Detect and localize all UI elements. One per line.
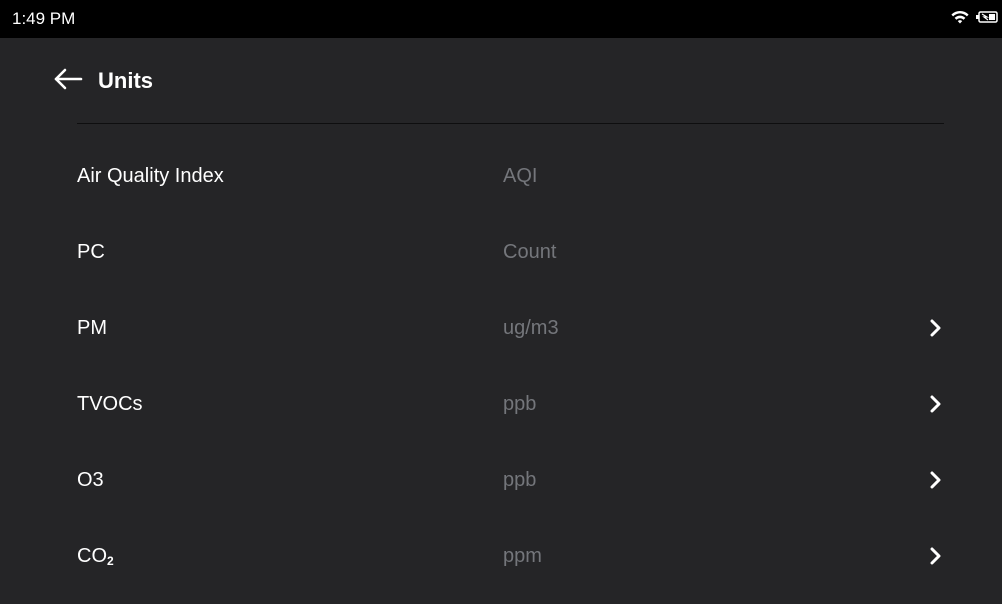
chevron-right-icon [926, 468, 946, 492]
back-arrow-icon [52, 67, 84, 96]
unit-label: PM [77, 317, 107, 339]
unit-label-subscript: 2 [107, 554, 114, 568]
status-bar: 1:49 PM [0, 0, 1002, 38]
unit-row-pc: PC Count [0, 214, 1002, 290]
units-screen: 1:49 PM Units Air Quality Index AQI PC C… [0, 0, 1002, 604]
unit-label: PC [77, 241, 105, 263]
header-divider [77, 123, 944, 124]
unit-value: ppb [503, 469, 537, 491]
wifi-icon [950, 9, 970, 30]
unit-label: Air Quality Index [77, 165, 224, 187]
unit-label-text: CO [77, 545, 107, 567]
unit-row-air-quality-index: Air Quality Index AQI [0, 138, 1002, 214]
unit-row-co2[interactable]: CO2 ppm [0, 518, 1002, 594]
status-icons [950, 10, 998, 28]
unit-row-tvocs[interactable]: TVOCs ppb [0, 366, 1002, 442]
chevron-right-icon [926, 316, 946, 340]
status-time: 1:49 PM [12, 9, 76, 28]
unit-value: Count [503, 241, 557, 263]
back-button[interactable] [50, 65, 86, 97]
unit-label: O3 [77, 469, 104, 491]
unit-row-pm[interactable]: PM ug/m3 [0, 290, 1002, 366]
page-title: Units [98, 68, 153, 93]
unit-label: CO2 [77, 544, 114, 573]
unit-row-o3[interactable]: O3 ppb [0, 442, 1002, 518]
unit-value: ppm [503, 545, 542, 567]
unit-value: ppb [503, 393, 537, 415]
unit-label: TVOCs [77, 393, 143, 415]
header: Units [0, 38, 1002, 124]
unit-value: ug/m3 [503, 317, 559, 339]
battery-icon [976, 10, 998, 28]
chevron-right-icon [926, 392, 946, 416]
unit-value: AQI [503, 165, 538, 187]
chevron-right-icon [926, 544, 946, 568]
unit-list: Air Quality Index AQI PC Count PM ug/m3 … [0, 138, 1002, 594]
